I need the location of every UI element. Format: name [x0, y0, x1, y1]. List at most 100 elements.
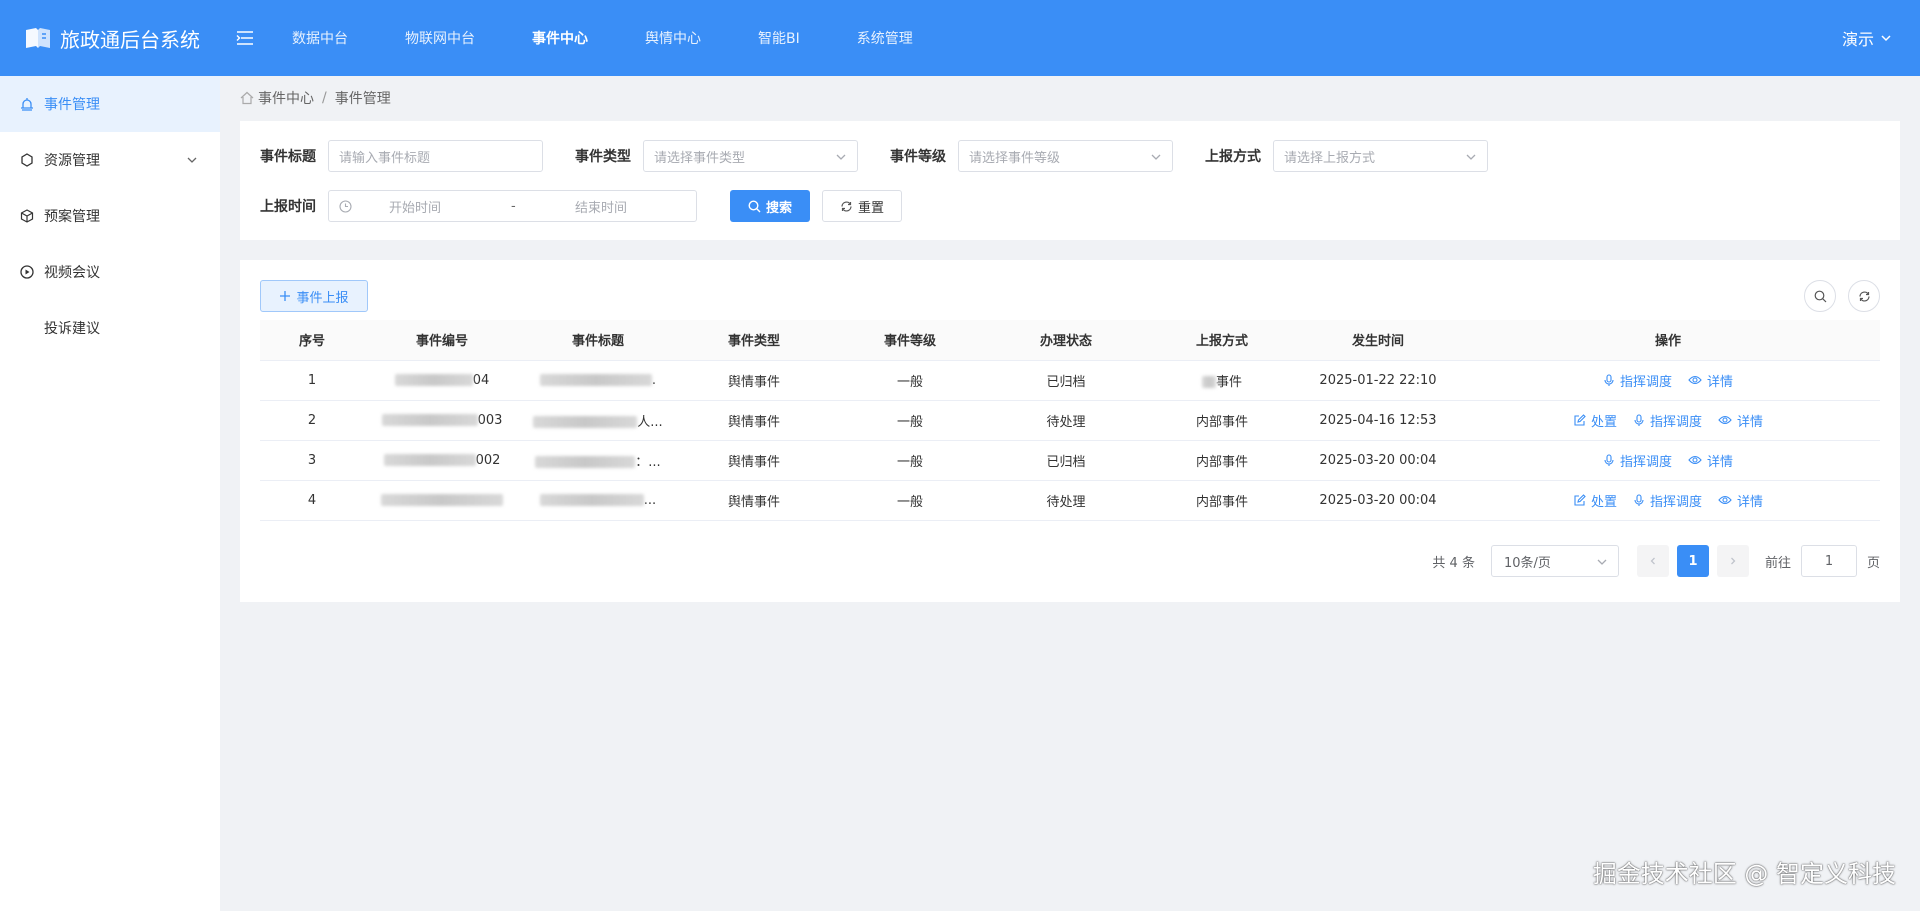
date-range-picker[interactable]: 开始时间 - 结束时间 [328, 190, 697, 222]
start-date-input[interactable]: 开始时间 [389, 197, 479, 216]
cell-method: 事件 [1144, 360, 1300, 401]
table-refresh-button[interactable] [1848, 280, 1880, 312]
app-logo[interactable]: 旅政通后台系统 [0, 24, 220, 53]
cell-level: 一般 [832, 400, 988, 441]
cell-no: 3 [260, 440, 364, 481]
detail-link[interactable]: 详情 [1718, 491, 1763, 510]
sidebar-item-video-meeting[interactable]: 视频会议 [0, 244, 220, 300]
cell-time: 2025-04-16 12:53 [1300, 400, 1456, 441]
col-header-type: 事件类型 [676, 320, 832, 361]
dispatch-label: 指挥调度 [1619, 454, 1672, 470]
handle-link[interactable]: 处置 [1573, 491, 1617, 510]
title-filter-label: 事件标题 [260, 149, 316, 165]
cell-title: . [520, 360, 676, 401]
sidebar-item-label: 视频会议 [44, 265, 100, 281]
table-row: 1 04 . 舆情事件 一般 已归档 事件 2025-01-22 22:10 指… [260, 360, 1880, 401]
nav-event-center[interactable]: 事件中心 [532, 28, 588, 48]
cell-title-text: . [651, 372, 657, 388]
type-select[interactable]: 请选择事件类型 [643, 140, 858, 172]
cell-title-text: ... [643, 492, 657, 508]
microphone-icon [1634, 493, 1644, 506]
cell-level: 一般 [832, 440, 988, 481]
cell-status: 已归档 [988, 440, 1144, 481]
nav-data-platform[interactable]: 数据中台 [292, 28, 348, 48]
detail-link[interactable]: 详情 [1688, 371, 1733, 390]
page-size-select[interactable]: 10条/页 [1490, 545, 1619, 577]
cell-title: ... [520, 480, 676, 521]
col-header-method: 上报方式 [1144, 320, 1300, 361]
table-search-toggle[interactable] [1804, 280, 1836, 312]
handle-label: 处置 [1590, 494, 1617, 510]
prev-page-button[interactable] [1636, 545, 1669, 577]
dispatch-link[interactable]: 指挥调度 [1603, 371, 1672, 390]
user-name: 演示 [1841, 30, 1874, 49]
page-size-value: 10条/页 [1503, 555, 1551, 571]
cell-no: 1 [260, 360, 364, 401]
dispatch-label: 指挥调度 [1619, 374, 1672, 390]
dispatch-label: 指挥调度 [1649, 414, 1702, 430]
nav-system-management[interactable]: 系统管理 [857, 28, 913, 48]
end-date-input[interactable]: 结束时间 [575, 197, 665, 216]
edit-icon [1574, 413, 1586, 426]
detail-link[interactable]: 详情 [1688, 451, 1733, 470]
level-select[interactable]: 请选择事件等级 [958, 140, 1173, 172]
nav-iot-platform[interactable]: 物联网中台 [405, 28, 475, 48]
sidebar-item-event-management[interactable]: 事件管理 [0, 76, 220, 132]
sidebar-item-label: 投诉建议 [44, 321, 100, 337]
microphone-icon [1634, 413, 1644, 426]
cell-no: 2 [260, 400, 364, 441]
sidebar-item-complaints[interactable]: 投诉建议 [0, 300, 220, 356]
type-filter: 事件类型 请选择事件类型 [575, 140, 858, 172]
resource-icon [20, 153, 34, 167]
chevron-down-icon [836, 154, 846, 160]
dispatch-link[interactable]: 指挥调度 [1603, 451, 1672, 470]
cell-title-text: 人... [637, 414, 663, 430]
menu-fold-icon[interactable] [236, 30, 254, 46]
handle-link[interactable]: 处置 [1573, 411, 1617, 430]
method-select[interactable]: 请选择上报方式 [1273, 140, 1488, 172]
sidebar-item-resource-management[interactable]: 资源管理 [0, 132, 220, 188]
app-title: 旅政通后台系统 [60, 27, 200, 52]
top-header: 旅政通后台系统 数据中台 物联网中台 事件中心 舆情中心 智能BI 系统管理 演… [0, 0, 1920, 76]
microphone-icon [1604, 373, 1614, 386]
cell-title: ：... [520, 440, 676, 481]
report-event-button[interactable]: 事件上报 [260, 280, 368, 312]
redacted-title [535, 456, 636, 468]
time-filter-label: 上报时间 [260, 199, 316, 215]
cell-title: 人... [520, 400, 676, 441]
plus-icon [280, 291, 291, 301]
dispatch-link[interactable]: 指挥调度 [1633, 491, 1702, 510]
redacted-code [394, 374, 473, 386]
cell-method: 内部事件 [1144, 400, 1300, 441]
reset-button-label: 重置 [857, 200, 884, 216]
cell-type: 舆情事件 [676, 440, 832, 481]
nav-public-opinion[interactable]: 舆情中心 [645, 28, 701, 48]
page-number-1[interactable]: 1 [1676, 545, 1709, 577]
breadcrumb-parent[interactable]: 事件中心 [258, 88, 314, 108]
cell-code-text: 04 [472, 372, 490, 388]
cell-actions: 指挥调度 详情 [1456, 360, 1880, 401]
table-row: 3 002 ：... 舆情事件 一般 已归档 内部事件 2025-03-20 0… [260, 440, 1880, 481]
sidebar-item-plan-management[interactable]: 预案管理 [0, 188, 220, 244]
cell-status: 已归档 [988, 360, 1144, 401]
time-filter: 上报时间 开始时间 - 结束时间 [260, 190, 697, 222]
cell-code [364, 480, 520, 521]
dispatch-link[interactable]: 指挥调度 [1633, 411, 1702, 430]
cell-type: 舆情事件 [676, 360, 832, 401]
search-icon [1814, 290, 1826, 302]
detail-link[interactable]: 详情 [1718, 411, 1763, 430]
title-input[interactable]: 请输入事件标题 [328, 140, 543, 172]
next-page-button[interactable] [1716, 545, 1749, 577]
reset-button[interactable]: 重置 [822, 190, 902, 222]
col-header-actions: 操作 [1456, 320, 1880, 361]
eye-icon [1688, 375, 1702, 385]
nav-smart-bi[interactable]: 智能BI [758, 28, 800, 48]
redacted-code [381, 494, 503, 506]
redacted-method [1201, 376, 1216, 388]
goto-page-input[interactable] [1800, 545, 1857, 577]
search-button[interactable]: 搜索 [730, 190, 810, 222]
user-menu[interactable]: 演示 [1842, 0, 1892, 76]
goto-label: 前往 [1764, 555, 1791, 571]
handle-label: 处置 [1590, 414, 1617, 430]
sidebar-item-label: 资源管理 [44, 153, 100, 169]
